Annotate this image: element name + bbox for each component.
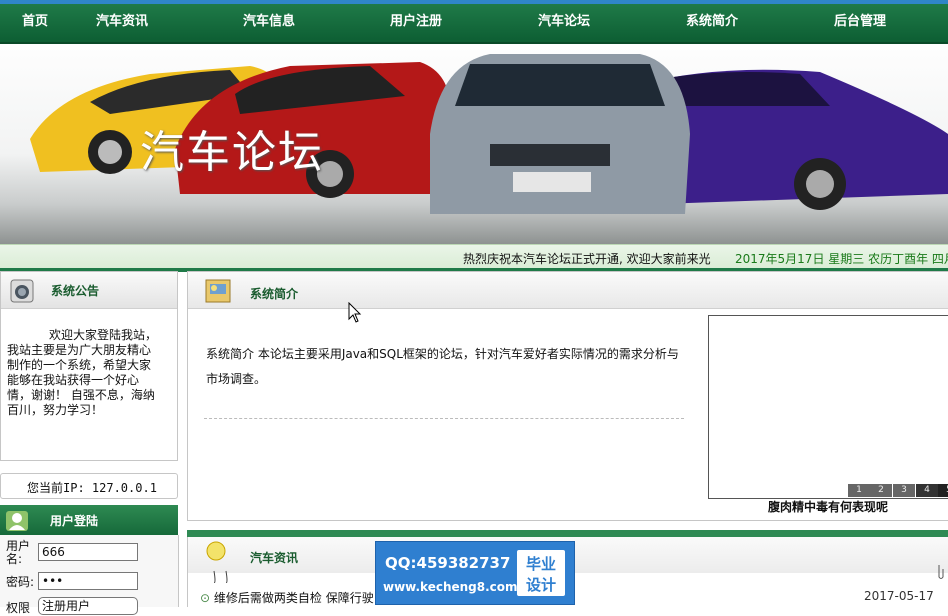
dashed-divider xyxy=(204,418,684,419)
banner: 汽车论坛 xyxy=(0,44,948,244)
username-label: 用户名: xyxy=(6,539,31,566)
login-title: 用户登陆 xyxy=(50,514,99,528)
ticker-message: 热烈庆祝本汽车论坛正式开通, 欢迎大家前来光 xyxy=(463,252,711,266)
nav-car-news[interactable]: 汽车资讯 xyxy=(96,4,148,42)
news-top-bar xyxy=(187,530,948,537)
login-header: 用户登陆 xyxy=(0,505,178,535)
slide-page-button[interactable]: 3 xyxy=(893,484,915,497)
watermark: QQ:459382737 www.kecheng8.com 毕业 设计 xyxy=(375,541,575,605)
nav-register[interactable]: 用户注册 xyxy=(390,4,442,42)
slideshow-image[interactable] xyxy=(708,315,948,499)
news-item-title: 维修后需做两类自检 保障行驶 xyxy=(213,591,374,605)
slide-page-button[interactable]: 4 xyxy=(916,484,938,497)
notice-title: 系统公告 xyxy=(51,284,100,298)
password-input[interactable] xyxy=(38,572,138,590)
lightbulb-icon xyxy=(206,541,228,583)
ip-display: 您当前IP: 127.0.0.1 xyxy=(0,473,178,499)
intro-text: 系统简介 本论坛主要采用Java和SQL框架的论坛，针对汽车爱好者实际情况的需求… xyxy=(206,347,679,386)
username-input[interactable] xyxy=(38,543,138,561)
role-label: 权限 xyxy=(6,601,31,615)
mouse-cursor-icon xyxy=(348,302,362,323)
washer-icon xyxy=(10,279,34,303)
nav-about[interactable]: 系统简介 xyxy=(686,4,738,42)
watermark-badge-line2: 设计 xyxy=(525,576,556,594)
notice-panel: 系统公告 欢迎大家登陆我站，我站主要是为广大朋友精心制作的一个系统，希望大家能够… xyxy=(0,271,178,461)
intro-title: 系统简介 xyxy=(250,287,299,301)
ip-text: 您当前IP: 127.0.0.1 xyxy=(27,481,157,495)
slide-page-button[interactable]: 5 xyxy=(938,484,948,497)
book-icon xyxy=(205,279,231,303)
watermark-qq: QQ:459382737 xyxy=(385,554,511,572)
watermark-badge: 毕业 设计 xyxy=(517,550,565,596)
login-form: 用户名: 密码: 权限 注册用户 xyxy=(0,535,179,615)
bullet-icon: ⊙ xyxy=(200,591,211,605)
slideshow-caption[interactable]: 腹肉精中毒有何表现呢 xyxy=(768,498,888,515)
silver-car-image xyxy=(430,54,690,214)
intro-header: 系统简介 xyxy=(188,272,948,309)
slide-page-button[interactable]: 1 xyxy=(848,484,870,497)
news-title: 汽车资讯 xyxy=(250,551,299,565)
nav-forum[interactable]: 汽车论坛 xyxy=(538,4,590,42)
notice-header: 系统公告 xyxy=(1,272,177,309)
notice-text: 欢迎大家登陆我站，我站主要是为广大朋友精心制作的一个系统，希望大家能够在我站获得… xyxy=(7,328,158,417)
main-nav: 首页 汽车资讯 汽车信息 用户注册 汽车论坛 系统简介 后台管理 xyxy=(0,4,948,44)
banner-title: 汽车论坛 xyxy=(140,127,324,178)
clip-icon xyxy=(938,565,944,579)
role-select-value: 注册用户 xyxy=(42,599,91,613)
watermark-badge-line1: 毕业 xyxy=(525,555,556,573)
nav-car-info[interactable]: 汽车信息 xyxy=(243,4,295,42)
nav-admin[interactable]: 后台管理 xyxy=(834,4,886,42)
password-label: 密码: xyxy=(6,575,35,589)
role-select[interactable]: 注册用户 xyxy=(38,597,138,615)
news-item-date: 2017-05-17 xyxy=(864,589,934,603)
nav-home[interactable]: 首页 xyxy=(22,4,48,42)
ticker-bar: 热烈庆祝本汽车论坛正式开通, 欢迎大家前来光 2017年5月17日 星期三 农历… xyxy=(0,244,948,271)
news-item-link[interactable]: ⊙ 维修后需做两类自检 保障行驶 xyxy=(200,589,374,606)
watermark-url: www.kecheng8.com xyxy=(383,580,518,594)
ticker-date: 2017年5月17日 星期三 农历丁酉年 四月 xyxy=(735,252,948,266)
user-login-icon xyxy=(6,511,28,531)
slide-page-button[interactable]: 2 xyxy=(870,484,892,497)
